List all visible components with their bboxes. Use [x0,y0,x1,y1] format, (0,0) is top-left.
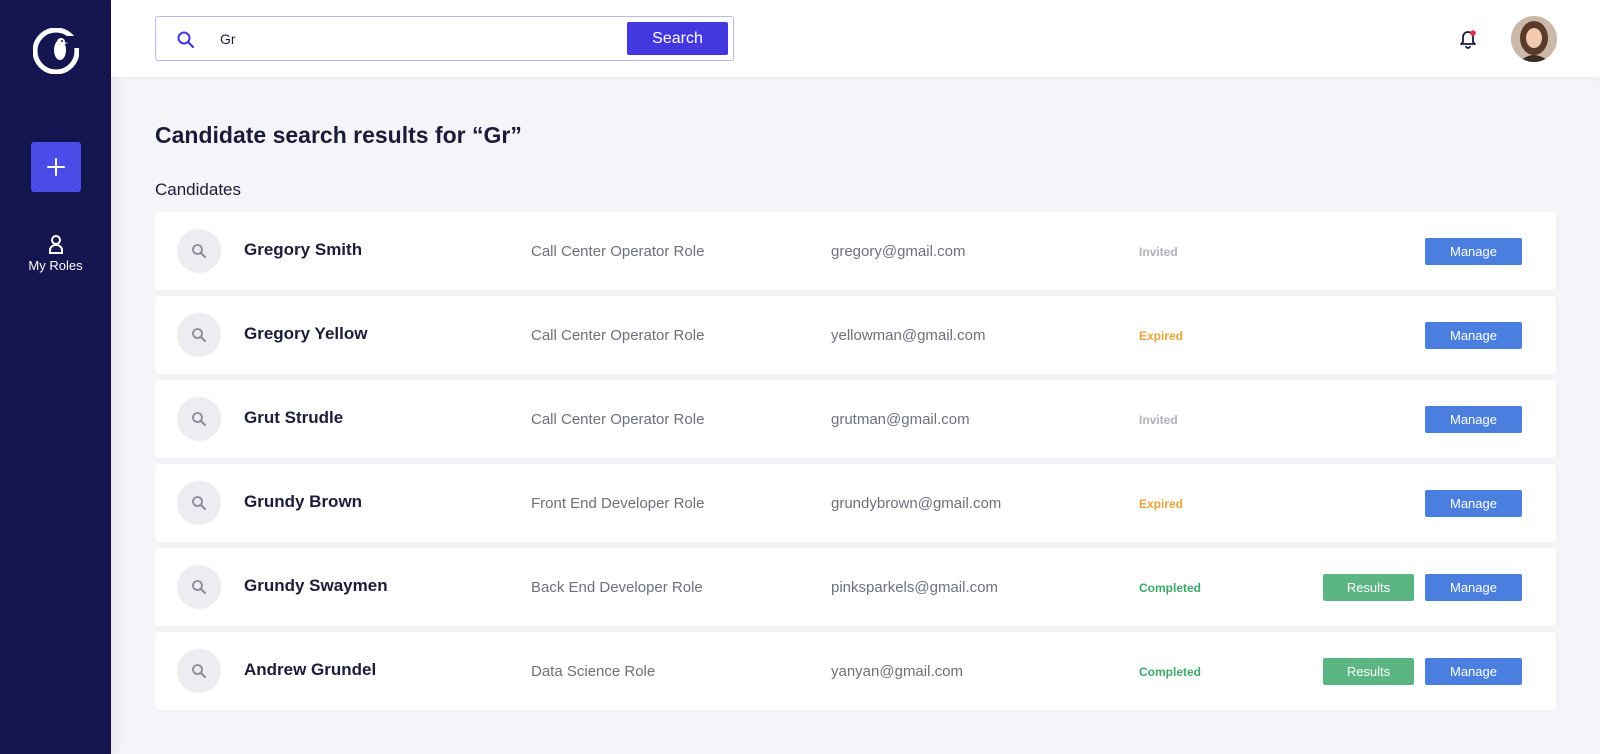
candidate-search-button[interactable] [177,397,221,441]
candidate-name: Andrew Grundel [244,660,377,679]
candidate-list: Gregory Smith Call Center Operator Role … [155,212,1556,716]
candidate-row: Andrew Grundel Data Science Role yanyan@… [155,632,1556,710]
bell-icon[interactable] [1457,27,1479,49]
candidate-role: Call Center Operator Role [531,327,705,344]
search-icon [192,412,206,426]
search-icon [192,244,206,258]
candidate-row: Grundy Swaymen Back End Developer Role p… [155,548,1556,626]
candidate-status: Expired [1139,497,1184,511]
candidate-status: Invited [1139,245,1178,259]
candidate-role: Call Center Operator Role [531,243,705,260]
candidate-search-button[interactable] [177,565,221,609]
candidate-search-button[interactable] [177,649,221,693]
manage-button[interactable]: Manage [1425,574,1522,601]
search-icon [192,496,206,510]
candidate-search-button[interactable] [177,313,221,357]
candidate-row: Grut Strudle Call Center Operator Role g… [155,380,1556,458]
candidate-row: Grundy Brown Front End Developer Role gr… [155,464,1556,542]
manage-button[interactable]: Manage [1425,658,1522,685]
results-button[interactable]: Results [1323,574,1414,601]
candidate-name: Grundy Brown [244,492,363,511]
manage-button[interactable]: Manage [1425,406,1522,433]
candidate-email: pinksparkels@gmail.com [831,579,998,596]
search-icon [177,31,195,49]
user-icon [48,235,63,254]
results-button[interactable]: Results [1323,658,1414,685]
candidate-name: Gregory Yellow [244,324,368,343]
candidate-status: Invited [1139,413,1178,427]
candidate-name: Grundy Swaymen [244,576,388,595]
search-icon [192,328,206,342]
search-button[interactable]: Search [627,22,728,55]
candidate-status: Completed [1139,665,1202,679]
candidate-email: yanyan@gmail.com [831,663,963,680]
search-box: Search [155,16,734,61]
top-bar: Search [111,0,1600,77]
candidate-row: Gregory Smith Call Center Operator Role … [155,212,1556,290]
candidate-role: Back End Developer Role [531,579,703,596]
candidate-role: Front End Developer Role [531,495,705,512]
candidate-name: Gregory Smith [244,240,363,259]
manage-button[interactable]: Manage [1425,322,1522,349]
add-role-button[interactable] [31,142,81,192]
candidate-role: Call Center Operator Role [531,411,705,428]
plus-icon [47,158,65,176]
candidate-search-button[interactable] [177,481,221,525]
sidebar: My Roles [0,0,111,754]
candidate-status: Expired [1139,329,1184,343]
candidate-search-button[interactable] [177,229,221,273]
search-icon [192,580,206,594]
candidate-email: gregory@gmail.com [831,243,966,260]
candidate-row: Gregory Yellow Call Center Operator Role… [155,296,1556,374]
user-avatar[interactable] [1511,16,1557,62]
candidate-name: Grut Strudle [244,408,344,427]
candidate-email: grundybrown@gmail.com [831,495,1002,512]
search-icon [192,664,206,678]
penguin-c-logo[interactable] [32,27,80,75]
candidate-email: grutman@gmail.com [831,411,970,428]
candidate-status: Completed [1139,581,1202,595]
manage-button[interactable]: Manage [1425,238,1522,265]
nav-my-roles-label: My Roles [28,258,83,273]
manage-button[interactable]: Manage [1425,490,1522,517]
candidates-section-label: Candidates [155,180,242,199]
candidate-role: Data Science Role [531,663,656,680]
search-input[interactable] [220,29,600,49]
page-title: Candidate search results for “Gr” [155,122,522,148]
nav-my-roles[interactable]: My Roles [0,234,111,273]
candidate-email: yellowman@gmail.com [831,327,986,344]
